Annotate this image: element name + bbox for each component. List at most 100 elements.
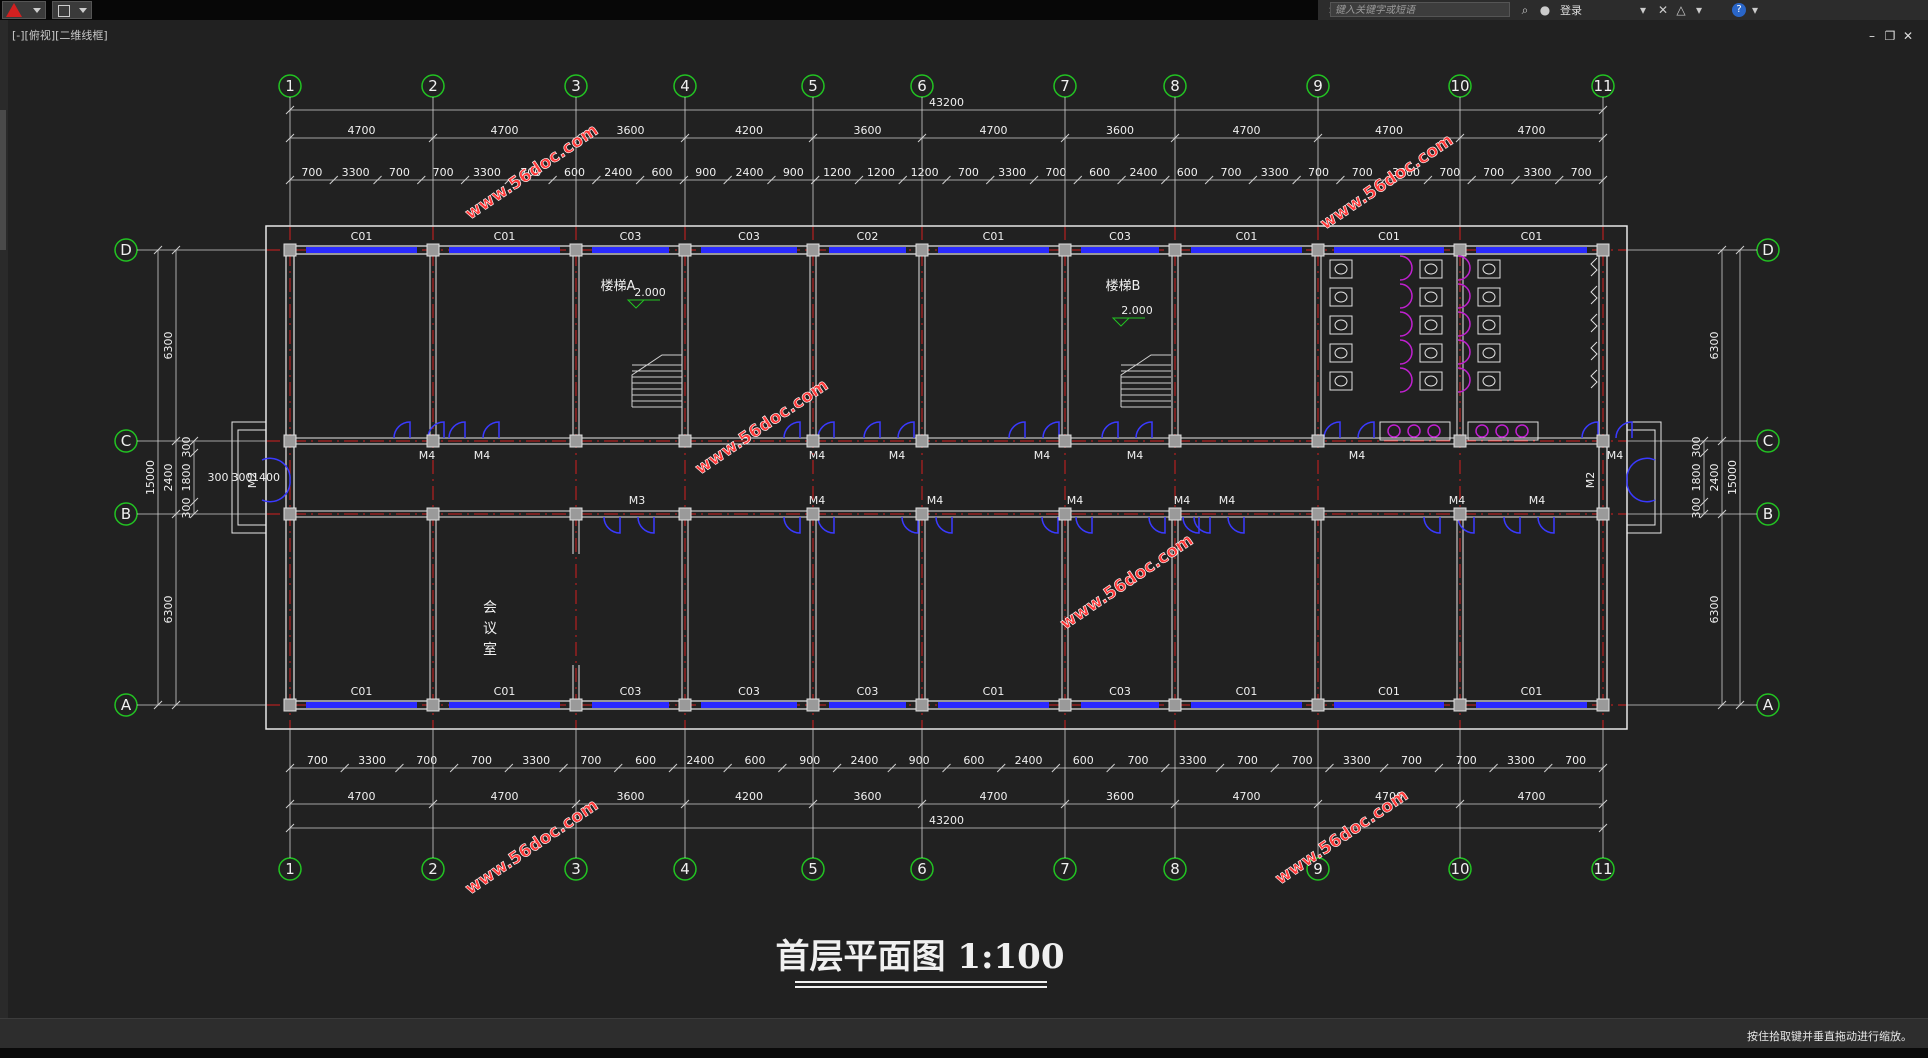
detail-dimension-bottom-text: 3300	[1343, 754, 1371, 767]
column	[1453, 243, 1467, 257]
detail-dimension-bottom-text: 700	[1565, 754, 1586, 767]
stall-door	[1399, 311, 1413, 337]
axis-bubble-top-3-label: 3	[571, 77, 581, 95]
axis-bubble-top-6-label: 6	[917, 77, 927, 95]
door-tag-c: M4	[1034, 449, 1051, 462]
bay-dimension-bottom-text: 4700	[1518, 790, 1546, 803]
bay-dimension-top-text: 3600	[854, 124, 882, 137]
toilet-stall	[1419, 259, 1443, 279]
door-tag-c: M4	[419, 449, 436, 462]
column	[426, 434, 440, 448]
chevron-down-icon[interactable]	[79, 8, 87, 13]
column	[1453, 698, 1467, 712]
column	[1058, 243, 1072, 257]
bay-dimension-top-text: 4200	[735, 124, 763, 137]
elevation-b: 2.000	[1121, 304, 1153, 317]
column	[569, 243, 583, 257]
side-dimension-left-corridor-text: 1800	[180, 464, 193, 492]
drawing-canvas[interactable]: 432004700 4700 3600 4200 3600 4700 3600 4700 470…	[0, 20, 1928, 1018]
watermarks: www.56doc.com www.56doc.com www.56doc.com w…	[461, 120, 1457, 899]
axis-bubble-top-1-label: 1	[285, 77, 295, 95]
chevron-down-icon[interactable]: ▾	[1636, 3, 1650, 17]
axis-bubble-top-9-label: 9	[1313, 77, 1323, 95]
axis-bubble-left-C-label: C	[121, 432, 131, 450]
detail-dimension-top-text: 1200	[911, 166, 939, 179]
window-tag-top: C03	[620, 230, 642, 243]
login-link[interactable]: 登录	[1560, 2, 1582, 18]
side-dimension-right-outer-text: 15000	[1726, 460, 1739, 495]
column	[1058, 507, 1072, 521]
toilet-stall	[1477, 315, 1501, 335]
axis-bubble-right-A-label: A	[1763, 696, 1774, 714]
chevron-down-icon[interactable]: ▾	[1748, 3, 1762, 17]
axis-bubble-bottom-2-label: 2	[428, 860, 438, 878]
column	[283, 507, 297, 521]
bay-dimension-bottom-text: 3600	[617, 790, 645, 803]
title-bar: › ⌕ ● ▾ ✕ △ ▾ ▾ 键入关键字或短语 登录 ?	[0, 0, 1928, 20]
door-tag-b: M4	[1067, 494, 1084, 507]
watermark-text: www.56doc.com	[692, 375, 833, 479]
door-swing	[863, 421, 881, 439]
entrance-door-swing	[1626, 457, 1656, 503]
autodesk-a360-icon[interactable]: △	[1674, 3, 1688, 17]
help-icon[interactable]: ?	[1732, 3, 1746, 17]
window-tag-bottom: C01	[1378, 685, 1400, 698]
search-input[interactable]: 键入关键字或短语	[1330, 2, 1510, 17]
toilet-stall	[1419, 371, 1443, 391]
windows	[306, 247, 1587, 708]
bay-dimension-bottom-text: 4700	[491, 790, 519, 803]
bay-dimension-top-text: 4700	[348, 124, 376, 137]
door-swing	[1193, 516, 1211, 534]
walls	[231, 225, 1662, 730]
door-swing	[1148, 516, 1166, 534]
detail-dimension-top-text: 700	[1045, 166, 1066, 179]
application-menu-button[interactable]	[2, 1, 46, 19]
door-swing	[1135, 421, 1153, 439]
meeting-room-label: 会	[483, 600, 497, 616]
column	[806, 243, 820, 257]
door-swing	[1227, 516, 1245, 534]
bay-dimension-bottom-text: 4700	[1233, 790, 1261, 803]
save-icon[interactable]	[58, 5, 70, 17]
toilet-stall	[1477, 287, 1501, 307]
exchange-icon[interactable]: ✕	[1656, 3, 1670, 17]
side-dimension-left-corridor-text: 300	[180, 498, 193, 519]
window	[449, 247, 560, 253]
detail-dimension-top-text: 700	[1220, 166, 1241, 179]
detail-dimension-top-text: 600	[1177, 166, 1198, 179]
door-tag-b: M4	[1219, 494, 1236, 507]
door-tag-c: M4	[1607, 449, 1624, 462]
binoculars-icon[interactable]: ⌕	[1518, 3, 1532, 17]
detail-dimension-bottom-text: 900	[909, 754, 930, 767]
washbasin	[1495, 424, 1509, 438]
door-swing	[1423, 516, 1441, 534]
detail-dimension-top-text: 700	[1352, 166, 1373, 179]
meeting-room-label: 议	[483, 621, 497, 637]
detail-dimension-bottom-text: 600	[1073, 754, 1094, 767]
column	[806, 698, 820, 712]
detail-dimension-top-text: 3300	[998, 166, 1026, 179]
side-dimension-left-corridor-text: 300	[180, 437, 193, 458]
axis-bubble-bottom-7-label: 7	[1060, 860, 1070, 878]
chevron-down-icon[interactable]: ▾	[1692, 3, 1706, 17]
detail-dimension-bottom-text: 700	[1127, 754, 1148, 767]
detail-dimension-top-text: 600	[564, 166, 585, 179]
user-icon[interactable]: ●	[1538, 3, 1552, 17]
detail-dimension-top-text: 900	[783, 166, 804, 179]
toilet-stall	[1419, 343, 1443, 363]
entrance-porch-right	[1626, 429, 1656, 526]
axis-bubble-left-D-label: D	[120, 241, 132, 259]
status-bar: 按住拾取键并垂直拖动进行缩放。	[0, 1018, 1928, 1049]
detail-dimension-bottom-text: 700	[1456, 754, 1477, 767]
detail-dimension-bottom-text: 700	[471, 754, 492, 767]
quick-access-toolbar[interactable]	[52, 1, 92, 19]
watermark-text: www.56doc.com	[1057, 530, 1198, 634]
axis-bubble-left-A-label: A	[121, 696, 132, 714]
toilet-stall	[1329, 287, 1353, 307]
detail-dimension-top-text: 700	[301, 166, 322, 179]
columns	[283, 243, 1610, 712]
detail-dimension-top-text: 700	[958, 166, 979, 179]
door-tag-c: M4	[1127, 449, 1144, 462]
stair-outline	[1120, 354, 1171, 407]
window	[1334, 702, 1444, 708]
